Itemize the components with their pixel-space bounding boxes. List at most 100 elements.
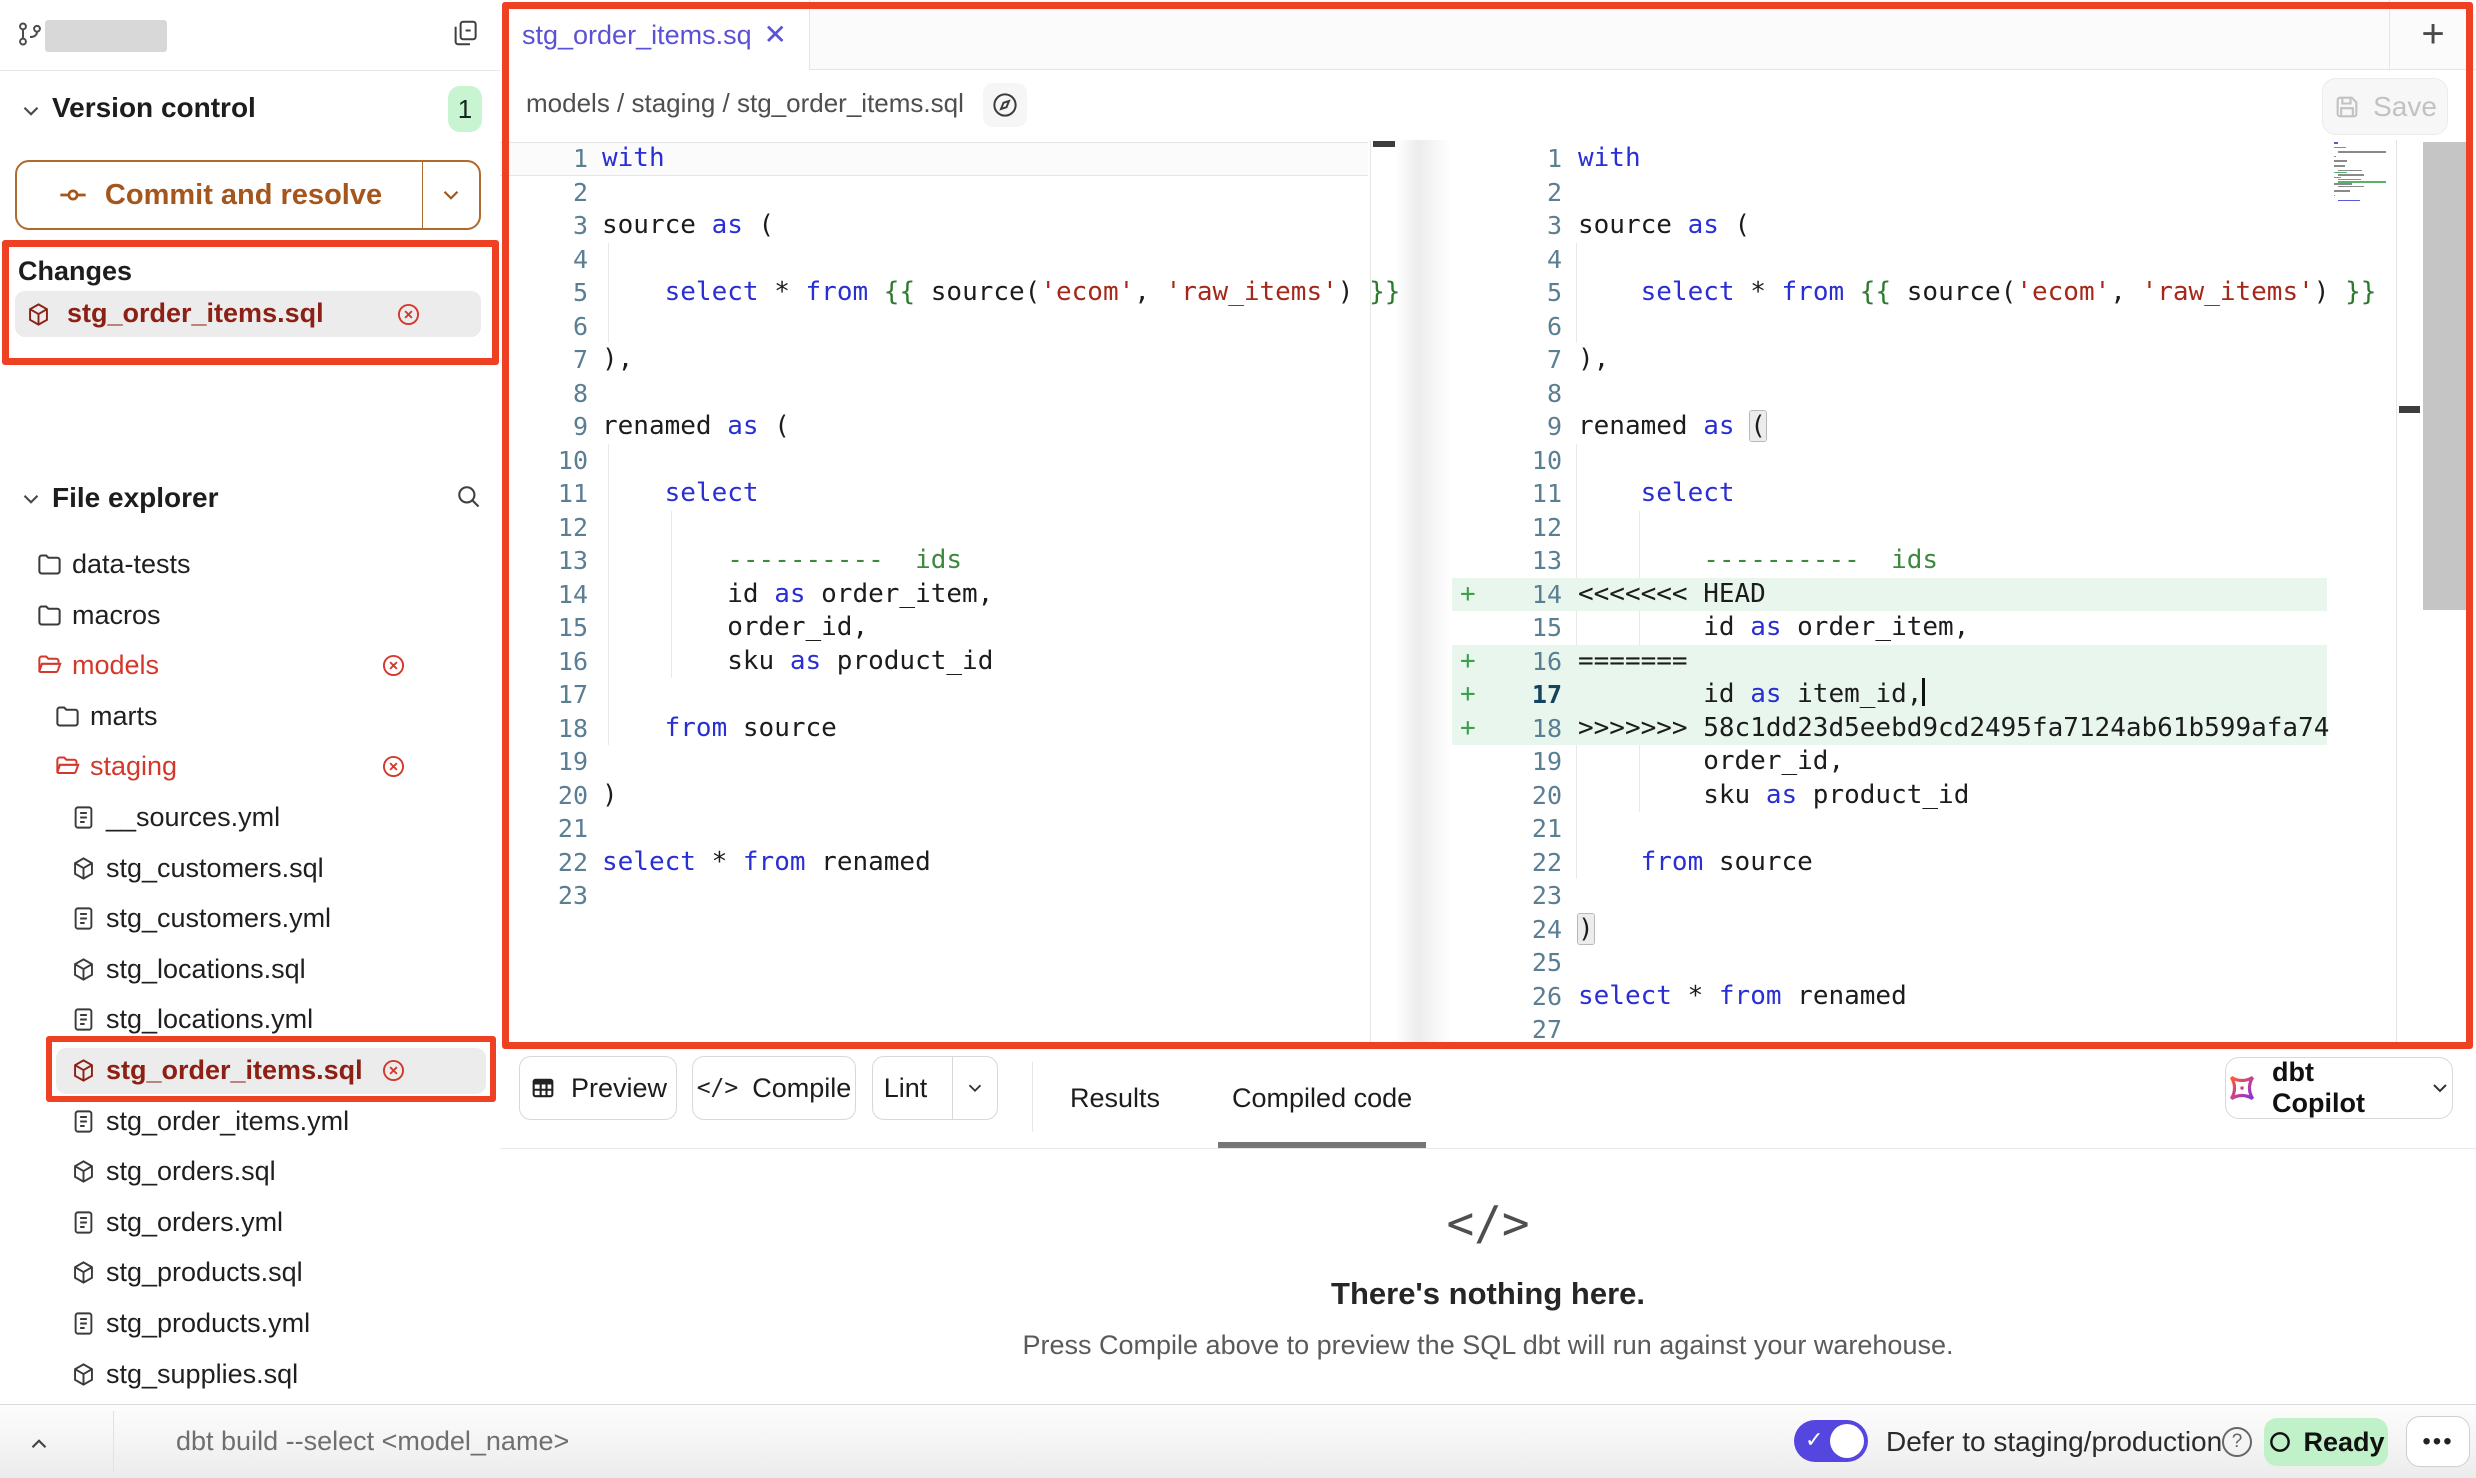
code-line[interactable]: 10 [500,444,1368,478]
code-line[interactable]: 8 [500,377,1368,411]
file-item-marts[interactable]: marts [0,694,500,740]
file-item-stg-order-items-yml[interactable]: stg_order_items.yml [0,1099,500,1145]
file-item-stg-locations-yml[interactable]: stg_locations.yml [0,997,500,1043]
editor-pane-incoming[interactable]: 1with23source as (45 select * from {{ so… [1452,140,2327,1048]
code-line[interactable]: 20) [500,779,1368,813]
command-input[interactable]: dbt build --select <model_name> [176,1405,569,1478]
code-line[interactable]: 5 select * from {{ source('ecom', 'raw_i… [500,276,1368,310]
ready-status-badge[interactable]: Ready [2264,1418,2388,1466]
file-item--sources-yml[interactable]: __sources.yml [0,795,500,841]
tab-stg-order-items[interactable]: stg_order_items.sql (last c... ✕ [500,0,810,70]
tab-close-icon[interactable]: ✕ [764,21,787,49]
tab-compiled-code[interactable]: Compiled code [1218,1048,1426,1148]
code-line[interactable]: 2 [500,176,1368,210]
discard-change-icon[interactable] [380,652,407,679]
code-line[interactable]: 15 id as order_item, [1452,611,2327,645]
empty-state-subtitle: Press Compile above to preview the SQL d… [1023,1330,1954,1361]
file-item-stg-customers-yml[interactable]: stg_customers.yml [0,896,500,942]
code-line[interactable]: 19 [500,745,1368,779]
right-overview-ruler[interactable] [2396,140,2422,1048]
tab-bar: stg_order_items.sql (last c... ✕ + [500,0,2476,70]
model-cube-icon [70,1361,97,1388]
code-line[interactable]: 1with [500,142,1368,176]
file-item-macros[interactable]: macros [0,593,500,639]
code-line[interactable]: 12 [1452,511,2327,545]
code-line[interactable]: 16 sku as product_id [500,645,1368,679]
editor-area: stg_order_items.sql (last c... ✕ + model… [500,0,2476,1405]
file-item-stg-orders-sql[interactable]: stg_orders.sql [0,1149,500,1195]
file-item-stg-customers-sql[interactable]: stg_customers.sql [0,846,500,892]
code-line[interactable]: 6 [500,310,1368,344]
code-line[interactable]: 14 id as order_item, [500,578,1368,612]
code-line[interactable]: 24) [1452,913,2327,947]
editor-pane-current[interactable]: 1with23source as (45 select * from {{ so… [500,140,1368,1048]
code-line[interactable]: 19 order_id, [1452,745,2327,779]
code-line[interactable]: 12 [500,511,1368,545]
lint-button[interactable]: Lint [872,1056,998,1120]
code-line[interactable]: 9renamed as ( [500,410,1368,444]
defer-toggle[interactable]: ✓ [1794,1420,1868,1462]
status-circle-icon [2267,1429,2293,1455]
more-options-button[interactable]: ••• [2406,1416,2470,1467]
file-item-models[interactable]: models [0,643,500,689]
code-line[interactable]: 21 [1452,812,2327,846]
code-line[interactable]: 25 [1452,946,2327,980]
code-line[interactable]: 9renamed as ( [1452,410,2327,444]
new-tab-button[interactable]: + [2389,0,2476,70]
help-icon[interactable]: ? [2222,1427,2252,1457]
code-line[interactable]: 17 [500,678,1368,712]
code-line[interactable]: 26select * from renamed [1452,980,2327,1014]
code-line[interactable]: 11 select [500,477,1368,511]
expand-command-icon[interactable] [26,1431,52,1457]
discard-change-icon[interactable] [380,753,407,780]
code-line[interactable]: 21 [500,812,1368,846]
compile-button[interactable]: </> Compile [692,1056,856,1120]
code-line[interactable]: 2 [1452,176,2327,210]
code-line[interactable]: 11 select [1452,477,2327,511]
code-line[interactable]: 23 [1452,879,2327,913]
code-line[interactable]: 4 [1452,243,2327,277]
lint-options-caret[interactable] [952,1057,997,1119]
code-line[interactable]: 22 from source [1452,846,2327,880]
code-line[interactable]: +17 id as item_id, [1452,678,2327,712]
code-line[interactable]: 6 [1452,310,2327,344]
code-line[interactable]: 4 [500,243,1368,277]
code-line[interactable]: 23 [500,879,1368,913]
code-line[interactable]: 18 from source [500,712,1368,746]
file-item-stg-supplies-sql[interactable]: stg_supplies.sql [0,1352,500,1398]
file-item-stg-products-yml[interactable]: stg_products.yml [0,1301,500,1347]
save-button[interactable]: Save [2322,78,2448,135]
breadcrumb-row: models / staging / stg_order_items.sql S… [500,70,2476,140]
code-line[interactable]: +18>>>>>>> 58c1dd23d5eebd9cd2495fa7124ab… [1452,712,2327,746]
code-line[interactable]: 3source as ( [1452,209,2327,243]
file-item-stg-orders-yml[interactable]: stg_orders.yml [0,1200,500,1246]
file-item-stg-order-items-sql[interactable]: stg_order_items.sql [0,1048,500,1094]
code-line[interactable]: 5 select * from {{ source('ecom', 'raw_i… [1452,276,2327,310]
code-line[interactable]: 7), [500,343,1368,377]
file-item-data-tests[interactable]: data-tests [0,542,500,588]
code-line[interactable]: 13 ---------- ids [500,544,1368,578]
yaml-file-icon [70,1006,97,1033]
file-item-stg-products-sql[interactable]: stg_products.sql [0,1250,500,1296]
file-item-stg-locations-sql[interactable]: stg_locations.sql [0,947,500,993]
preview-button[interactable]: Preview [519,1056,677,1120]
file-item-staging[interactable]: staging [0,744,500,790]
tab-results[interactable]: Results [1056,1048,1174,1148]
code-line[interactable]: +16======= [1452,645,2327,679]
code-line[interactable]: 15 order_id, [500,611,1368,645]
discard-change-icon[interactable] [380,1057,407,1084]
code-line[interactable]: 3source as ( [500,209,1368,243]
code-line[interactable]: +14<<<<<<< HEAD [1452,578,2327,612]
code-line[interactable]: 20 sku as product_id [1452,779,2327,813]
dbt-copilot-button[interactable]: dbt Copilot [2225,1057,2453,1119]
minimap[interactable] [2332,142,2388,206]
code-line[interactable]: 1with [1452,142,2327,176]
code-line[interactable]: 13 ---------- ids [1452,544,2327,578]
code-line[interactable]: 10 [1452,444,2327,478]
lineage-icon[interactable] [983,83,1027,127]
scrollbar-thumb[interactable] [2423,142,2467,610]
code-line[interactable]: 7), [1452,343,2327,377]
code-line[interactable]: 27 [1452,1013,2327,1047]
code-line[interactable]: 8 [1452,377,2327,411]
code-line[interactable]: 22select * from renamed [500,846,1368,880]
